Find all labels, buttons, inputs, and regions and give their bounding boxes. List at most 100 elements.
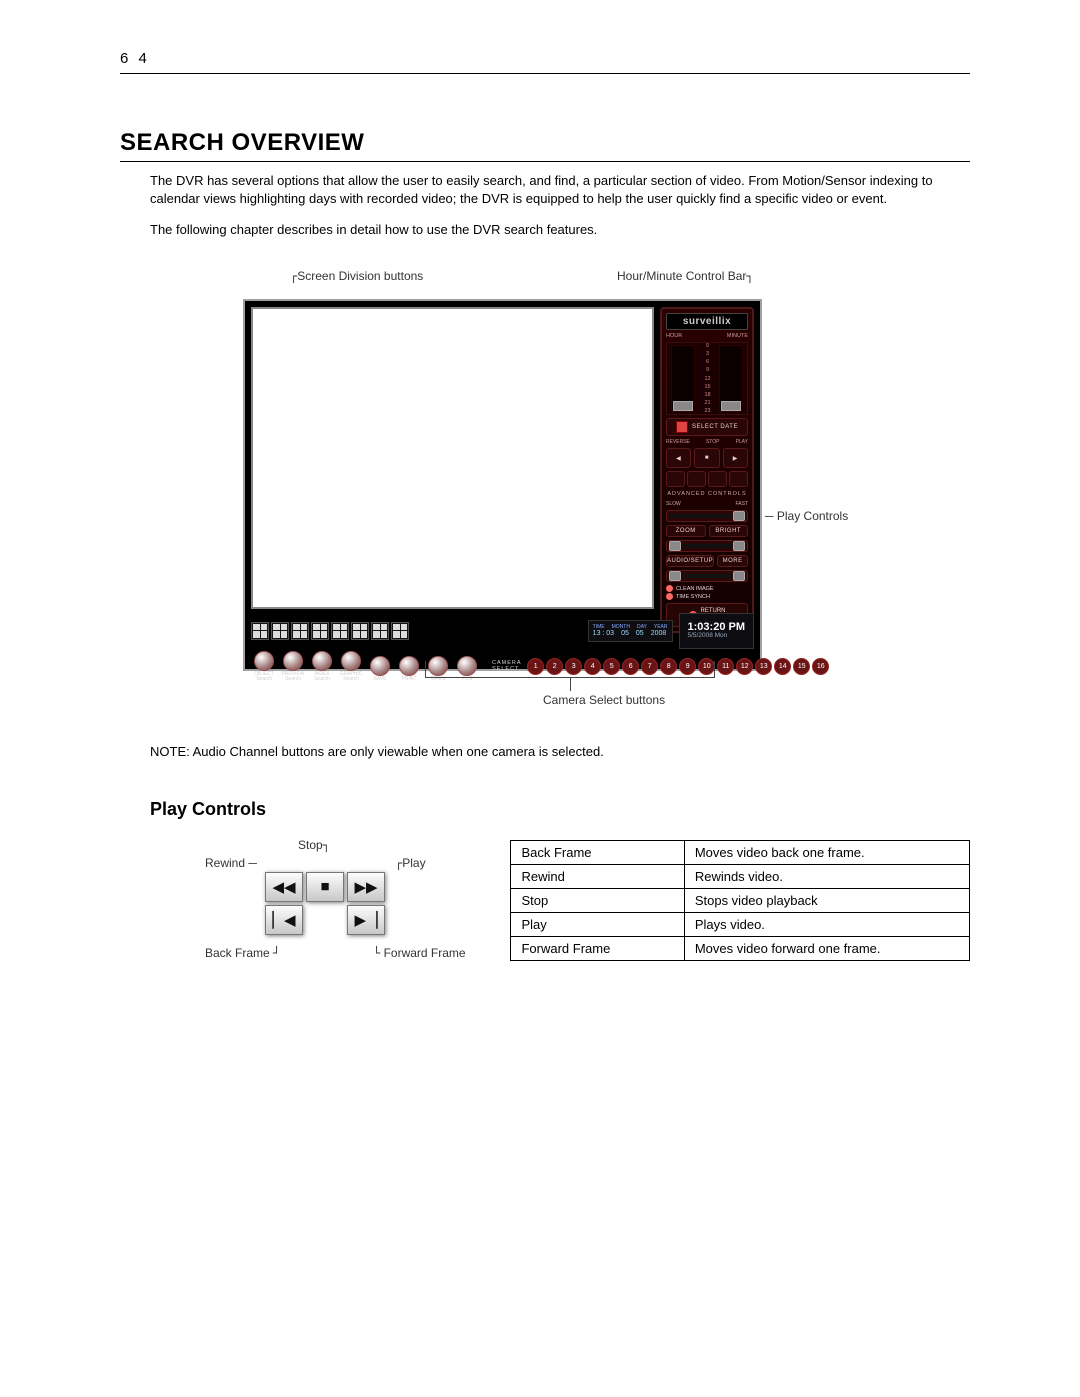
adv-button[interactable]: MORE <box>717 555 748 567</box>
hour-tick: 15 <box>704 384 710 390</box>
option-checks: CLEAN IMAGETIME SYNCH <box>666 585 748 600</box>
control-name: Back Frame <box>511 840 684 864</box>
play-controls-table: Back FrameMoves video back one frame.Rew… <box>510 840 970 961</box>
play-button-big[interactable]: ▶▶ <box>347 872 385 902</box>
hour-minute-control-bar[interactable]: 03691215182123 <box>666 342 748 416</box>
lbl-rewind: Rewind ─ <box>205 856 257 870</box>
screen-division-button[interactable] <box>371 622 389 640</box>
hour-tick: 23 <box>704 408 710 414</box>
play-controls-section: Stop┐ Rewind ─ ┌Play ◀◀ ■ ▶▶ ▏◀ ▶▕ Back … <box>205 838 970 978</box>
audio-note: NOTE: Audio Channel buttons are only vie… <box>150 744 970 759</box>
speed-slider[interactable] <box>666 510 748 522</box>
callout-screen-division: ┌Screen Division buttons <box>290 269 423 284</box>
tool-button[interactable]: PRINT <box>396 656 422 682</box>
frame-btn-a[interactable] <box>666 471 685 487</box>
tool-button[interactable]: OBJECT Search <box>251 651 277 682</box>
camera-button-13[interactable]: 13 <box>755 658 772 675</box>
forward-frame-button[interactable]: ▶▕ <box>347 905 385 935</box>
slow-label: SLOW <box>666 501 681 507</box>
callout-camera-select: Camera Select buttons <box>543 693 665 707</box>
control-name: Forward Frame <box>511 936 684 960</box>
rewind-button[interactable]: ◀◀ <box>265 872 303 902</box>
adv-button[interactable]: BRIGHT <box>709 525 749 537</box>
tool-icon <box>254 651 274 671</box>
table-row: Forward FrameMoves video forward one fra… <box>511 936 970 960</box>
control-name: Stop <box>511 888 684 912</box>
reverse-button[interactable]: ◀ <box>666 448 691 468</box>
screen-division-button[interactable] <box>251 622 269 640</box>
option-check[interactable]: CLEAN IMAGE <box>666 585 748 592</box>
side-panel: surveillix HOUR MINUTE 03691215182123 SE… <box>660 307 754 633</box>
video-area <box>251 307 654 609</box>
lbl-forward-frame: └ Forward Frame <box>373 946 466 961</box>
tool-icon <box>370 656 390 676</box>
frame-btn-d[interactable] <box>729 471 748 487</box>
adv-button[interactable]: ZOOM <box>666 525 706 537</box>
bright-slider[interactable] <box>666 570 748 582</box>
callout-play-controls: ─ Play Controls <box>765 509 848 523</box>
date-value: 05 <box>621 630 629 637</box>
screen-division-button[interactable] <box>271 622 289 640</box>
hour-tick: 6 <box>706 359 709 365</box>
stop-label: STOP <box>706 439 720 445</box>
lbl-back-frame: Back Frame ┘ <box>205 946 280 961</box>
tool-button[interactable]: GRAPHIC Search <box>338 651 364 682</box>
camera-button-15[interactable]: 15 <box>793 658 810 675</box>
stop-button-big[interactable]: ■ <box>306 872 344 902</box>
bottom-strip: TIMEMONTHDAYYEAR 13 : 0305052008 1:03:20… <box>251 613 754 663</box>
play-controls-diagram: Stop┐ Rewind ─ ┌Play ◀◀ ■ ▶▶ ▏◀ ▶▕ Back … <box>205 838 415 978</box>
table-row: Back FrameMoves video back one frame. <box>511 840 970 864</box>
camera-button-16[interactable]: 16 <box>812 658 829 675</box>
screen-division-button[interactable] <box>291 622 309 640</box>
date-values: 13 : 03 05 05 2008 <box>593 630 668 637</box>
zoom-slider[interactable] <box>666 540 748 552</box>
tool-icon <box>312 651 332 671</box>
lbl-play: ┌Play <box>395 856 426 871</box>
adv-button[interactable]: AUDIO/SETUP <box>666 555 714 567</box>
table-row: PlayPlays video. <box>511 912 970 936</box>
camera-button-14[interactable]: 14 <box>774 658 791 675</box>
select-date-button[interactable]: SELECT DATE <box>666 418 748 436</box>
tool-button[interactable]: SAVE <box>367 656 393 682</box>
hour-tick: 9 <box>706 367 709 373</box>
camera-button-11[interactable]: 11 <box>717 658 734 675</box>
screen-division-button[interactable] <box>331 622 349 640</box>
date-value: 05 <box>636 630 644 637</box>
frame-btn-b[interactable] <box>687 471 706 487</box>
camera-bracket <box>425 661 715 678</box>
adv-row-1: AUDIO/SETUPMORE <box>666 555 748 567</box>
playback-date-time: TIMEMONTHDAYYEAR 13 : 0305052008 <box>588 620 673 642</box>
camera-button-12[interactable]: 12 <box>736 658 753 675</box>
transport-row: ◀ ■ ▶ <box>666 448 748 468</box>
screen-division-button[interactable] <box>391 622 409 640</box>
dvr-screenshot: surveillix HOUR MINUTE 03691215182123 SE… <box>243 299 762 671</box>
section-title: SEARCH OVERVIEW <box>120 129 970 157</box>
advanced-header: ADVANCED CONTROLS <box>666 490 748 498</box>
hour-tick: 21 <box>704 400 710 406</box>
play-controls-heading: Play Controls <box>150 799 970 820</box>
date-value: 2008 <box>651 630 667 637</box>
tool-icon <box>399 656 419 676</box>
control-desc: Plays video. <box>684 912 969 936</box>
hour-slider[interactable] <box>671 345 695 413</box>
manual-page: 6 4 SEARCH OVERVIEW The DVR has several … <box>0 0 1080 1397</box>
tool-button[interactable]: PREVIEW Search <box>280 651 306 682</box>
stop-button[interactable]: ■ <box>694 448 719 468</box>
minute-slider[interactable] <box>719 345 743 413</box>
hour-tick: 3 <box>706 351 709 357</box>
intro-paragraph-2: The following chapter describes in detai… <box>150 221 970 239</box>
control-name: Play <box>511 912 684 936</box>
screen-division-button[interactable] <box>351 622 369 640</box>
screen-division-buttons <box>251 622 409 640</box>
frame-btn-c[interactable] <box>708 471 727 487</box>
control-name: Rewind <box>511 864 684 888</box>
hour-tick: 0 <box>706 343 709 349</box>
option-check[interactable]: TIME SYNCH <box>666 593 748 600</box>
back-frame-button[interactable]: ▏◀ <box>265 905 303 935</box>
tool-button[interactable]: INDEX Search <box>309 651 335 682</box>
screen-division-button[interactable] <box>311 622 329 640</box>
date-value: 13 : 03 <box>593 630 614 637</box>
table-row: RewindRewinds video. <box>511 864 970 888</box>
fast-label: FAST <box>735 501 748 507</box>
play-button[interactable]: ▶ <box>723 448 748 468</box>
